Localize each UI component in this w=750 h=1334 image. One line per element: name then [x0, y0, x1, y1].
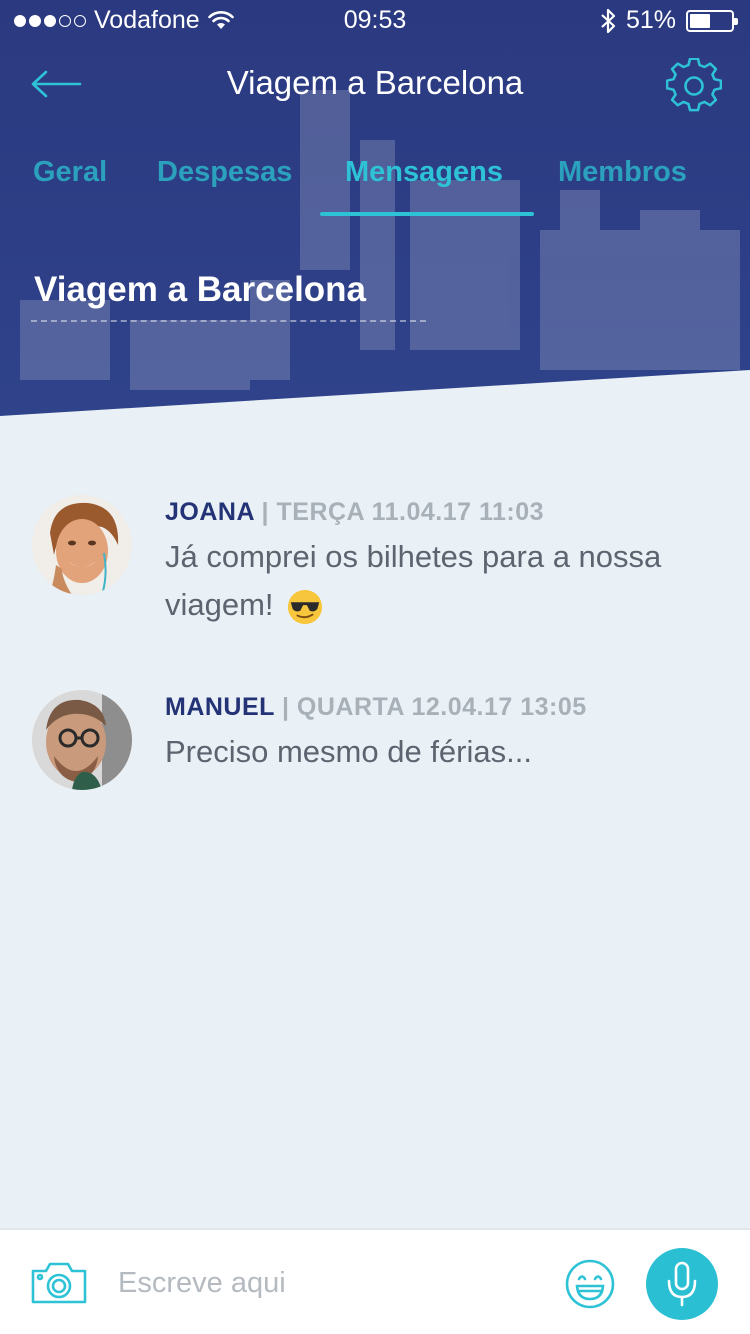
bluetooth-icon	[601, 8, 616, 33]
sunglasses-emoji-icon	[288, 589, 323, 624]
avatar[interactable]	[32, 495, 132, 595]
tab-geral[interactable]: Geral	[33, 156, 107, 189]
settings-button[interactable]	[665, 57, 723, 114]
message-text: Já comprei os bilhetes para a nossa viag…	[165, 539, 662, 622]
editable-underline	[31, 320, 426, 322]
page-title: Viagem a Barcelona	[226, 64, 524, 101]
avatar-manuel-image	[32, 690, 132, 790]
avatar-joana-image	[32, 495, 132, 595]
camera-button[interactable]	[30, 1260, 88, 1306]
message-text: Preciso mesmo de férias...	[165, 734, 532, 769]
message-input[interactable]	[118, 1258, 538, 1308]
message-text-container: Já comprei os bilhetes para a nossa viag…	[165, 533, 725, 629]
active-tab-indicator	[320, 212, 534, 216]
battery-icon	[686, 9, 738, 32]
header-separator: |	[261, 498, 270, 526]
camera-icon	[31, 1262, 87, 1304]
emoji-button[interactable]	[564, 1258, 616, 1310]
message-header: JOANA | TERÇA 11.04.17 11:03	[165, 498, 544, 527]
avatar[interactable]	[32, 690, 132, 790]
group-name[interactable]: Viagem a Barcelona	[34, 270, 366, 310]
tab-membros[interactable]: Membros	[558, 156, 687, 189]
message-timestamp: TERÇA 11.04.17 11:03	[276, 498, 545, 526]
message-timestamp: QUARTA 12.04.17 13:05	[296, 693, 587, 721]
status-bar: Vodafone 09:53 51%	[0, 0, 750, 40]
battery-percentage: 51%	[625, 6, 676, 34]
microphone-icon	[667, 1261, 697, 1307]
message-author: JOANA	[165, 498, 255, 526]
microphone-button[interactable]	[646, 1248, 718, 1320]
message-composer	[0, 1228, 750, 1334]
tab-bar: Geral Despesas Mensagens Membros	[0, 150, 750, 220]
gear-icon	[665, 57, 723, 112]
tab-mensagens[interactable]: Mensagens	[345, 156, 503, 189]
message-author: MANUEL	[165, 693, 275, 721]
header-separator: |	[281, 693, 290, 721]
message-header: MANUEL | QUARTA 12.04.17 13:05	[165, 693, 587, 722]
smiley-icon	[565, 1259, 615, 1309]
tab-despesas[interactable]: Despesas	[157, 156, 292, 189]
